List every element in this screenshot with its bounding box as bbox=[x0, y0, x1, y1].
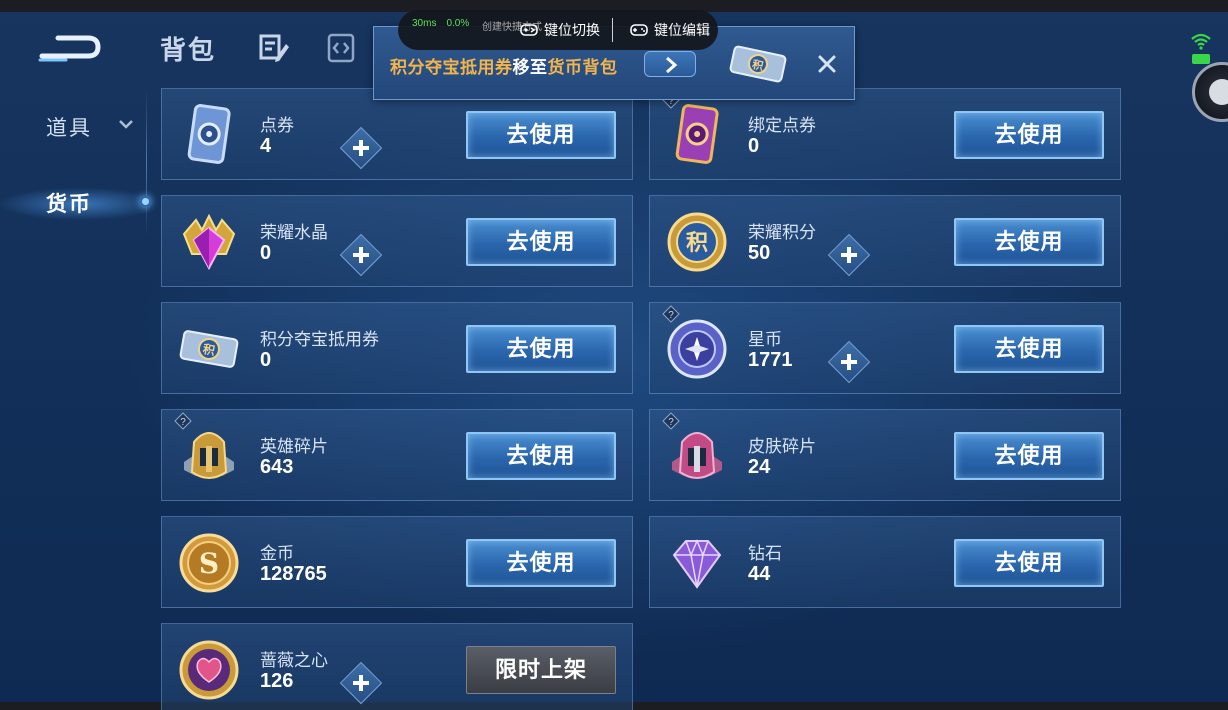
key-switch-icon bbox=[520, 24, 538, 36]
item-name: 点券 bbox=[260, 116, 294, 135]
use-button[interactable]: 去使用 bbox=[954, 432, 1104, 480]
currency-card-skin-fragment: ? 皮肤碎片 24 去使用 bbox=[649, 409, 1121, 501]
currency-card-diamond: 钻石 44 去使用 bbox=[649, 516, 1121, 608]
item-name: 皮肤碎片 bbox=[748, 437, 816, 456]
item-name: 星币 bbox=[748, 330, 782, 349]
item-count: 128765 bbox=[260, 563, 327, 585]
item-count: 4 bbox=[260, 135, 272, 157]
item-name: 金币 bbox=[260, 544, 294, 563]
banner-item-name: 积分夺宝抵用券 bbox=[390, 58, 513, 77]
item-count: 126 bbox=[260, 670, 294, 692]
add-button[interactable] bbox=[339, 233, 383, 277]
item-name: 积分夺宝抵用券 bbox=[260, 330, 379, 349]
back-arrow-icon bbox=[38, 35, 101, 62]
currency-card-hero-fragment: ? 英雄碎片 643 去使用 bbox=[161, 409, 633, 501]
key-mapping-toolbar: 30ms 0.0% 创建快捷方式 键位切换 键位编辑 bbox=[398, 10, 718, 50]
battery-icon bbox=[1192, 54, 1210, 64]
use-button[interactable]: 去使用 bbox=[954, 325, 1104, 373]
currency-card-rose-heart: 蔷薇之心 126 限时上架 bbox=[161, 623, 633, 710]
tab-bag[interactable]: 背包 bbox=[160, 30, 216, 67]
item-count: 0 bbox=[748, 135, 760, 157]
tab-box-icon[interactable] bbox=[326, 32, 356, 64]
star-coin-icon bbox=[664, 317, 730, 381]
svg-text:S: S bbox=[199, 547, 219, 580]
item-name: 蔷薇之心 bbox=[260, 651, 328, 670]
item-count: 24 bbox=[748, 456, 771, 478]
voucher-card-icon bbox=[176, 103, 242, 167]
item-count: 1771 bbox=[748, 349, 793, 371]
add-button[interactable] bbox=[827, 340, 871, 384]
item-count: 0 bbox=[260, 242, 272, 264]
limited-time-button[interactable]: 限时上架 bbox=[466, 646, 616, 694]
points-voucher-ticket-icon: 积 bbox=[726, 39, 790, 89]
currency-card-dianjuan: 点券 4 去使用 bbox=[161, 88, 633, 180]
gamepad-icon bbox=[630, 24, 648, 36]
use-button[interactable]: 去使用 bbox=[466, 432, 616, 480]
item-count: 643 bbox=[260, 456, 294, 478]
currency-card-glory-points: 积 荣耀积分 50 去使用 bbox=[649, 195, 1121, 287]
item-name: 绑定点券 bbox=[748, 116, 816, 135]
currency-card-glory-crystal: 荣耀水晶 0 去使用 bbox=[161, 195, 633, 287]
floating-button-core-icon bbox=[1209, 79, 1228, 105]
network-stats: 30ms 0.0% bbox=[412, 18, 479, 29]
item-name: 荣耀水晶 bbox=[260, 223, 328, 242]
banner-target: 货币背包 bbox=[547, 58, 618, 77]
banner-text: 积分夺宝抵用券移至货币背包 bbox=[390, 53, 618, 78]
banner-go-button[interactable] bbox=[644, 51, 696, 77]
gold-coin-icon: S bbox=[176, 531, 242, 595]
add-button[interactable] bbox=[339, 661, 383, 705]
currency-card-star-coin: ? 星币 1771 去使用 bbox=[649, 302, 1121, 394]
banner-verb: 移至 bbox=[512, 58, 548, 77]
diamond-icon bbox=[664, 531, 730, 595]
bound-voucher-card-icon bbox=[664, 103, 730, 167]
key-edit-button[interactable]: 键位编辑 bbox=[630, 20, 710, 40]
key-edit-label: 键位编辑 bbox=[654, 22, 710, 38]
use-button[interactable]: 去使用 bbox=[466, 539, 616, 587]
key-switch-button[interactable]: 键位切换 bbox=[520, 20, 600, 40]
sidebar-item-props[interactable]: 道具 bbox=[0, 98, 150, 154]
currency-card-gold: S 金币 128765 去使用 bbox=[161, 516, 633, 608]
item-count: 0 bbox=[260, 349, 272, 371]
use-button[interactable]: 去使用 bbox=[954, 111, 1104, 159]
use-button[interactable]: 去使用 bbox=[954, 218, 1104, 266]
svg-text:积: 积 bbox=[202, 341, 216, 358]
floating-assistant-button[interactable] bbox=[1192, 62, 1228, 122]
back-button[interactable] bbox=[36, 30, 104, 64]
use-button[interactable]: 去使用 bbox=[466, 325, 616, 373]
item-name: 钻石 bbox=[748, 544, 782, 563]
rose-heart-icon bbox=[176, 638, 242, 702]
game-screen: 背包 道具 货币 点券 4 去使用 ? 绑定点券 0 去使用 荣耀水晶 0 去使… bbox=[0, 0, 1228, 710]
tab-edit-icon[interactable] bbox=[258, 32, 290, 64]
selected-indicator-icon bbox=[140, 196, 151, 207]
chevron-right-icon bbox=[666, 56, 678, 74]
svg-text:积: 积 bbox=[686, 231, 708, 256]
close-icon[interactable] bbox=[816, 53, 838, 75]
toolbar-divider bbox=[612, 18, 613, 42]
skin-helmet-icon bbox=[664, 424, 730, 488]
item-count: 50 bbox=[748, 242, 771, 264]
sidebar-item-label: 道具 bbox=[46, 117, 92, 140]
add-button[interactable] bbox=[339, 126, 383, 170]
currency-card-bound-dianjuan: ? 绑定点券 0 去使用 bbox=[649, 88, 1121, 180]
crystal-icon bbox=[176, 210, 242, 274]
use-button[interactable]: 去使用 bbox=[466, 218, 616, 266]
key-switch-label: 键位切换 bbox=[544, 22, 600, 38]
glory-points-icon: 积 bbox=[664, 210, 730, 274]
use-button[interactable]: 去使用 bbox=[954, 539, 1104, 587]
currency-card-points-voucher: 积 积分夺宝抵用券 0 去使用 bbox=[161, 302, 633, 394]
sidebar-item-label: 货币 bbox=[46, 193, 92, 216]
add-button[interactable] bbox=[827, 233, 871, 277]
wifi-icon bbox=[1191, 33, 1211, 50]
chevron-down-icon bbox=[119, 120, 133, 129]
sidebar-item-currency[interactable]: 货币 bbox=[0, 174, 151, 230]
hero-helmet-icon bbox=[176, 424, 242, 488]
item-name: 英雄碎片 bbox=[260, 437, 328, 456]
packet-loss-readout: 0.0% bbox=[446, 18, 470, 29]
use-button[interactable]: 去使用 bbox=[466, 111, 616, 159]
points-voucher-ticket-icon: 积 bbox=[176, 317, 242, 381]
item-count: 44 bbox=[748, 563, 771, 585]
latency-readout: 30ms bbox=[412, 18, 437, 29]
item-name: 荣耀积分 bbox=[748, 223, 816, 242]
